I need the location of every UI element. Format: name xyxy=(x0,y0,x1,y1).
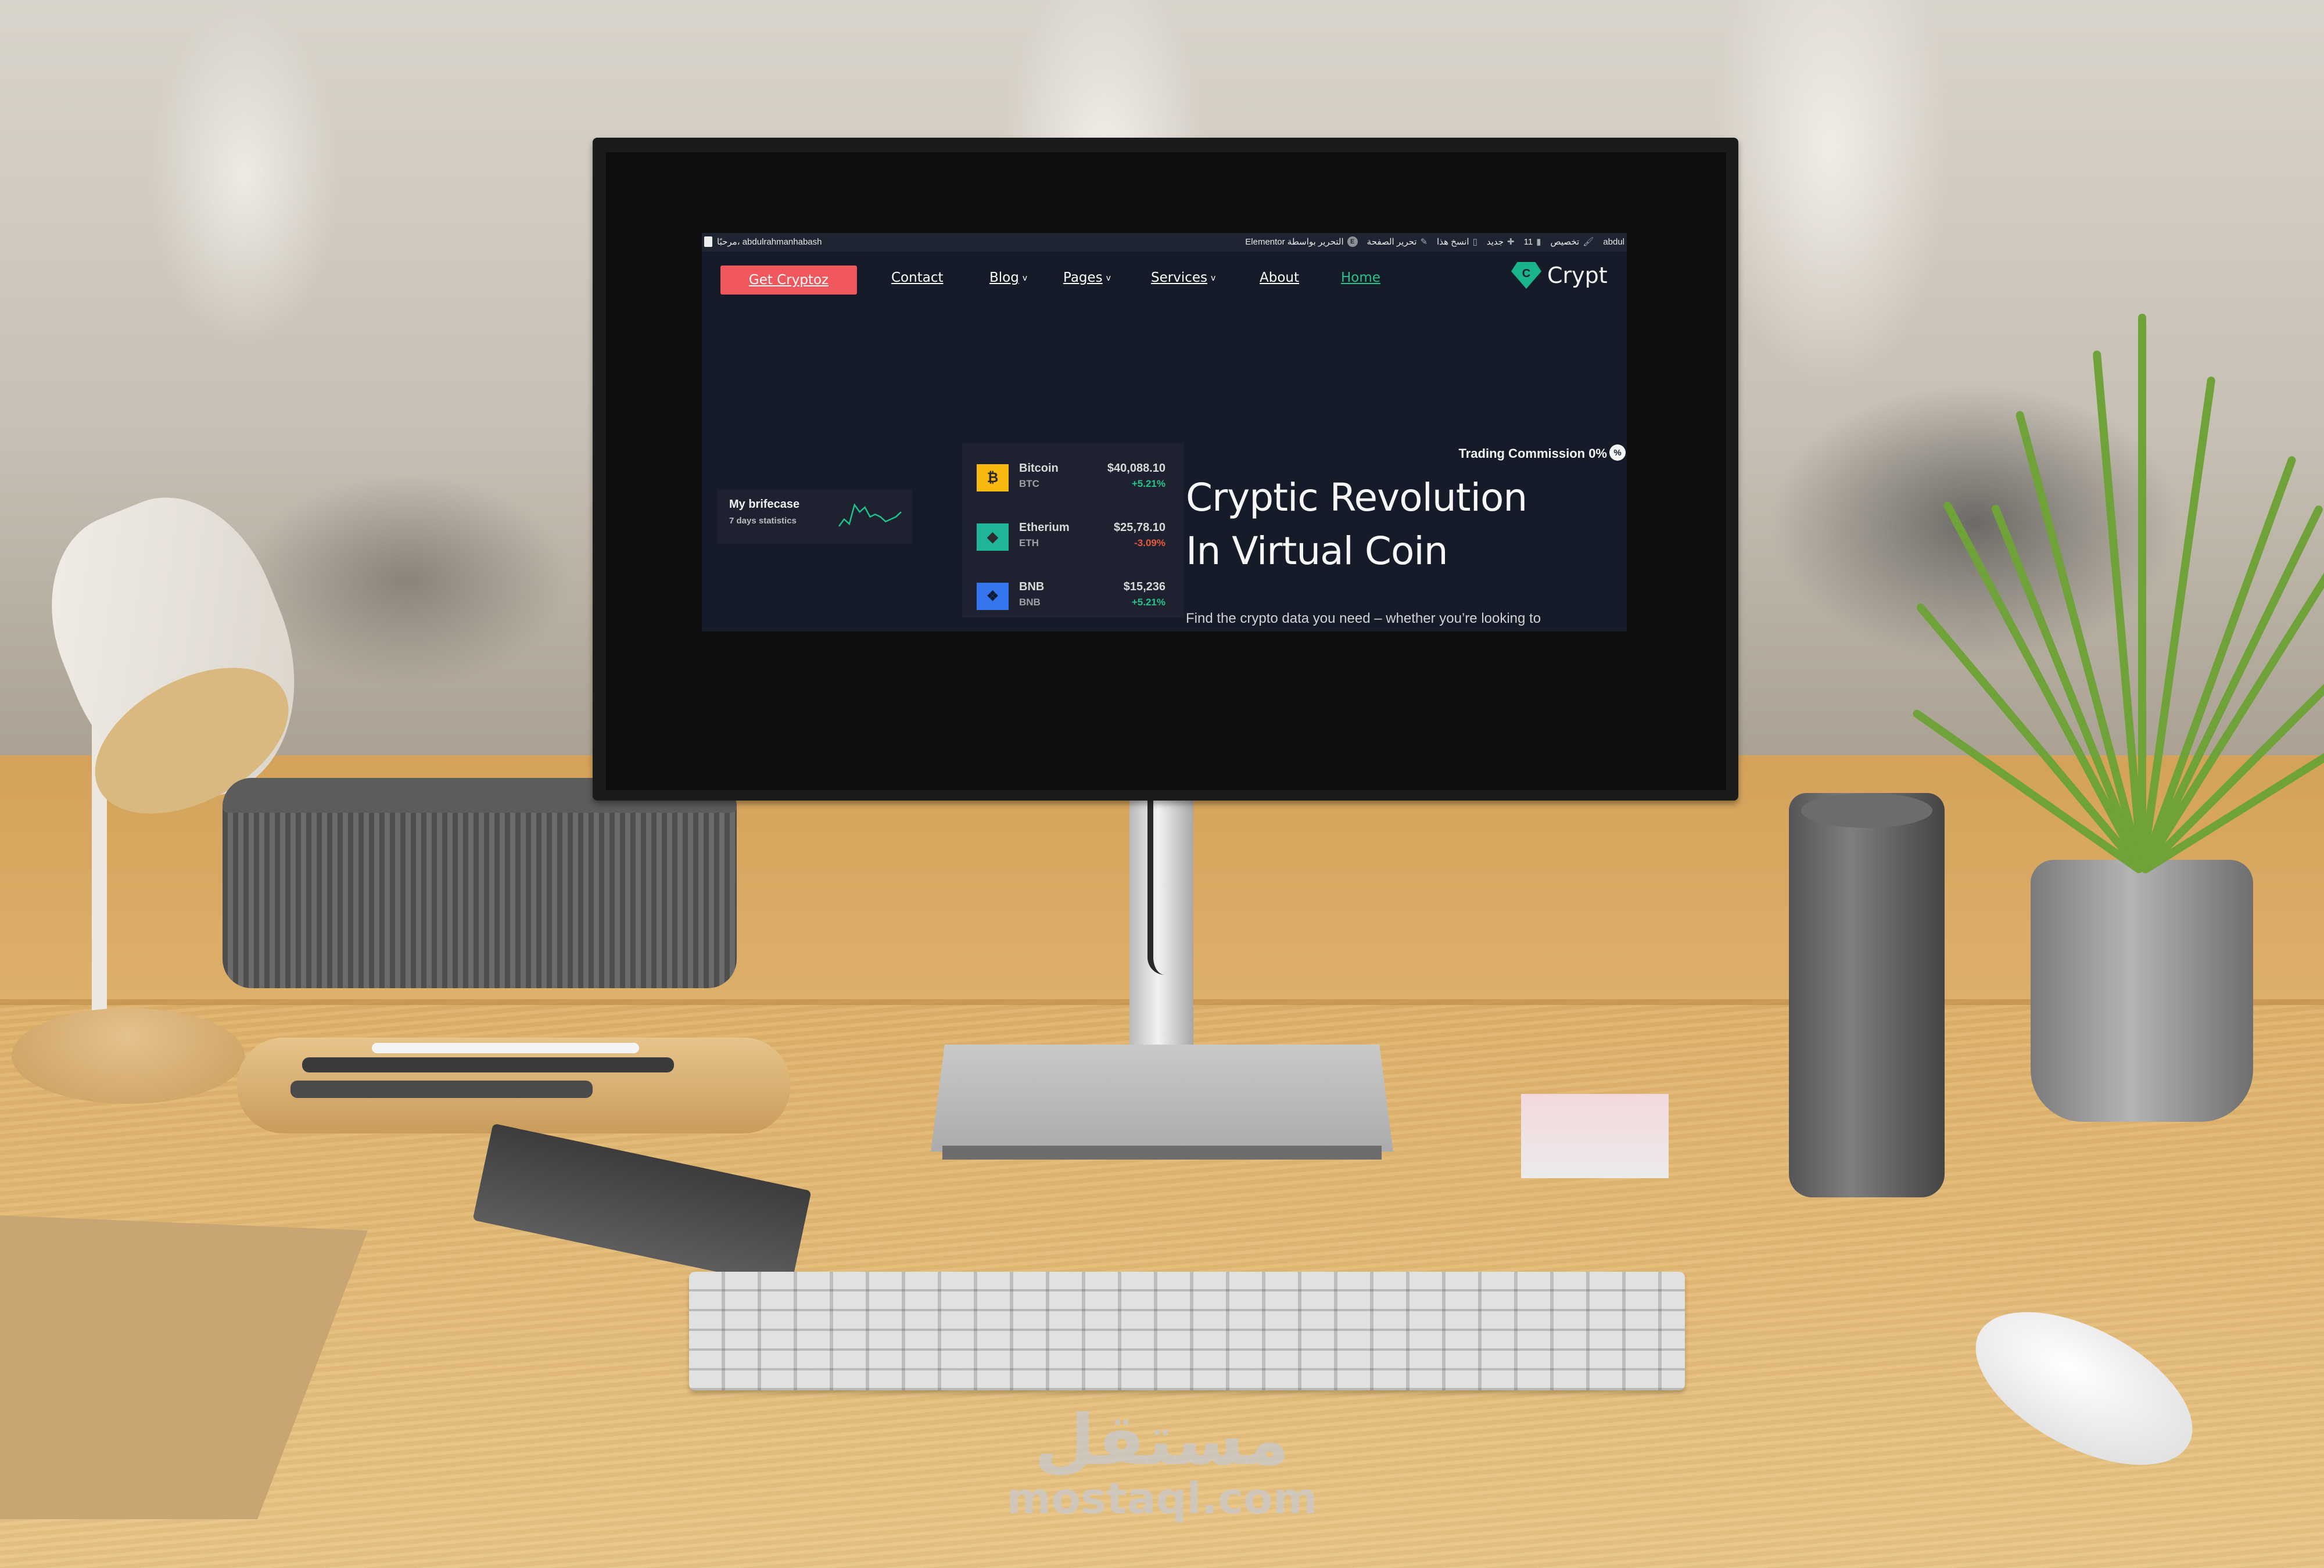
comment-icon: ▮ xyxy=(1536,237,1541,247)
water-bottle xyxy=(1789,793,1945,1197)
coin-row-bnb[interactable]: ❖ BNB BNB $15,236 +5.21% xyxy=(962,576,1184,616)
pen xyxy=(302,1057,674,1072)
admin-edit-page[interactable]: ✎ تحرير الصفحة xyxy=(1367,236,1428,247)
admin-comments[interactable]: ▮ 11 xyxy=(1524,236,1541,247)
coin-symbol: ETH xyxy=(1019,537,1039,548)
coin-symbol: BTC xyxy=(1019,478,1039,489)
monitor-cable xyxy=(1147,801,1165,975)
nav-label: Services xyxy=(1151,270,1207,285)
logo-letter: C xyxy=(1522,267,1531,280)
bnb-glyph: ❖ xyxy=(986,589,999,604)
sticky-note-pad xyxy=(1521,1094,1669,1178)
admin-duplicate[interactable]: ▯ انسخ هذا xyxy=(1437,236,1477,247)
coin-name: BNB xyxy=(1019,580,1045,593)
nav-label: Contact xyxy=(891,270,944,285)
briefcase-title: My brifecase xyxy=(729,498,800,511)
ethereum-icon: ◆ xyxy=(977,523,1009,551)
nav-pages[interactable]: Pages v xyxy=(1063,270,1111,285)
admin-item-label: تخصيص xyxy=(1550,237,1580,247)
watermark-arabic: مستقل xyxy=(1034,1400,1290,1481)
nav-label: Home xyxy=(1341,270,1380,285)
sparkline-path xyxy=(838,503,902,527)
pen xyxy=(372,1043,639,1053)
coin-price: $25,78.10 xyxy=(1114,521,1165,534)
chevron-down-icon: v xyxy=(1211,273,1216,283)
coin-price: $40,088.10 xyxy=(1107,462,1165,475)
coin-list-card: ₿ Bitcoin BTC $40,088.10 +5.21% ◆ Etheri… xyxy=(962,443,1184,618)
coin-name: Bitcoin xyxy=(1019,462,1059,475)
bnb-icon: ❖ xyxy=(977,583,1009,610)
avatar xyxy=(704,236,712,247)
coin-change: +5.21% xyxy=(1131,478,1165,489)
admin-item-label: التحرير بواسطة Elementor xyxy=(1245,237,1344,247)
admin-item-label: 11 xyxy=(1523,236,1533,247)
nav-blog[interactable]: Blog v xyxy=(989,270,1027,285)
keyboard xyxy=(689,1272,1685,1390)
watermark-latin: mostaql.com xyxy=(1006,1474,1318,1524)
coin-change: +5.21% xyxy=(1131,597,1165,608)
logo-text: Crypt xyxy=(1547,263,1608,288)
briefcase-card: My brifecase 7 days statistics xyxy=(718,490,912,544)
coin-name: Etherium xyxy=(1019,521,1070,534)
desk-lamp-base xyxy=(12,1008,245,1104)
admin-site-link[interactable]: abdul xyxy=(1603,237,1624,247)
nav-about[interactable]: About xyxy=(1260,270,1299,285)
hero-description: Find the crypto data you need – whether … xyxy=(1186,611,1541,626)
admin-item-label: جديد xyxy=(1486,237,1504,247)
briefcase-sparkline xyxy=(838,503,902,527)
coin-change: -3.09% xyxy=(1134,537,1165,548)
site-logo[interactable]: C Crypt xyxy=(1511,262,1608,289)
nav-services[interactable]: Services v xyxy=(1151,270,1215,285)
nav-label: About xyxy=(1260,270,1300,285)
bitcoin-glyph: ₿ xyxy=(987,469,999,486)
hero-title: Cryptic Revolution In Virtual Coin xyxy=(1186,471,1527,578)
admin-greeting: مرحبًا، abdulrahmanhabash xyxy=(717,237,822,247)
admin-edit-elementor[interactable]: E التحرير بواسطة Elementor xyxy=(1245,236,1358,247)
admin-item-label: abdul xyxy=(1603,236,1624,247)
water-bottle-cap xyxy=(1801,793,1932,828)
diamond-logo-icon: C xyxy=(1511,262,1541,289)
bitcoin-icon: ₿ xyxy=(977,464,1009,491)
admin-item-label: انسخ هذا xyxy=(1437,237,1469,247)
percent-badge-icon: % xyxy=(1609,444,1626,461)
pencil-icon: ✎ xyxy=(1420,237,1428,247)
brush-icon: 🖌 xyxy=(1583,237,1594,247)
elementor-icon: E xyxy=(1347,236,1358,247)
nav-label: Pages xyxy=(1063,270,1103,285)
coin-row-bitcoin[interactable]: ₿ Bitcoin BTC $40,088.10 +5.21% xyxy=(962,457,1184,498)
chevron-down-icon: v xyxy=(1106,273,1111,283)
nav-label: Blog xyxy=(989,270,1019,285)
wp-admin-bar: مرحبًا، abdulrahmanhabash abdul 🖌 تخصيص … xyxy=(702,233,1627,252)
nav-home[interactable]: Home xyxy=(1341,270,1380,285)
admin-new[interactable]: ✚ جديد xyxy=(1487,236,1515,247)
plus-icon: ✚ xyxy=(1507,237,1515,247)
plant-pot xyxy=(2031,860,2253,1122)
ethereum-glyph: ◆ xyxy=(987,529,998,545)
admin-account[interactable]: مرحبًا، abdulrahmanhabash xyxy=(704,236,822,247)
trading-commission: Trading Commission 0% xyxy=(1458,446,1608,461)
watermark: مستقل mostaql.com xyxy=(999,1406,1325,1523)
admin-bar-menu: abdul 🖌 تخصيص ▮ 11 ✚ جديد ▯ انسخ هذا ✎ ت… xyxy=(1245,236,1624,247)
coin-symbol: BNB xyxy=(1019,597,1041,608)
hero-title-line1: Cryptic Revolution xyxy=(1186,475,1527,520)
website: مرحبًا، abdulrahmanhabash abdul 🖌 تخصيص … xyxy=(702,233,1627,631)
get-cryptoz-button[interactable]: Get Cryptoz xyxy=(720,265,857,295)
pen xyxy=(290,1081,593,1098)
coin-row-ethereum[interactable]: ◆ Etherium ETH $25,78.10 -3.09% xyxy=(962,516,1184,557)
briefcase-subtitle: 7 days statistics xyxy=(729,516,797,526)
plant-leaf xyxy=(2138,314,2146,871)
hero-title-line2: In Virtual Coin xyxy=(1186,529,1448,573)
coin-price: $15,236 xyxy=(1123,580,1165,593)
admin-item-label: تحرير الصفحة xyxy=(1367,237,1417,247)
copy-icon: ▯ xyxy=(1472,237,1477,247)
nav-contact[interactable]: Contact xyxy=(891,270,943,285)
chevron-down-icon: v xyxy=(1022,273,1028,283)
admin-customize[interactable]: 🖌 تخصيص xyxy=(1550,236,1594,247)
monitor-stand-base-edge xyxy=(942,1146,1382,1160)
